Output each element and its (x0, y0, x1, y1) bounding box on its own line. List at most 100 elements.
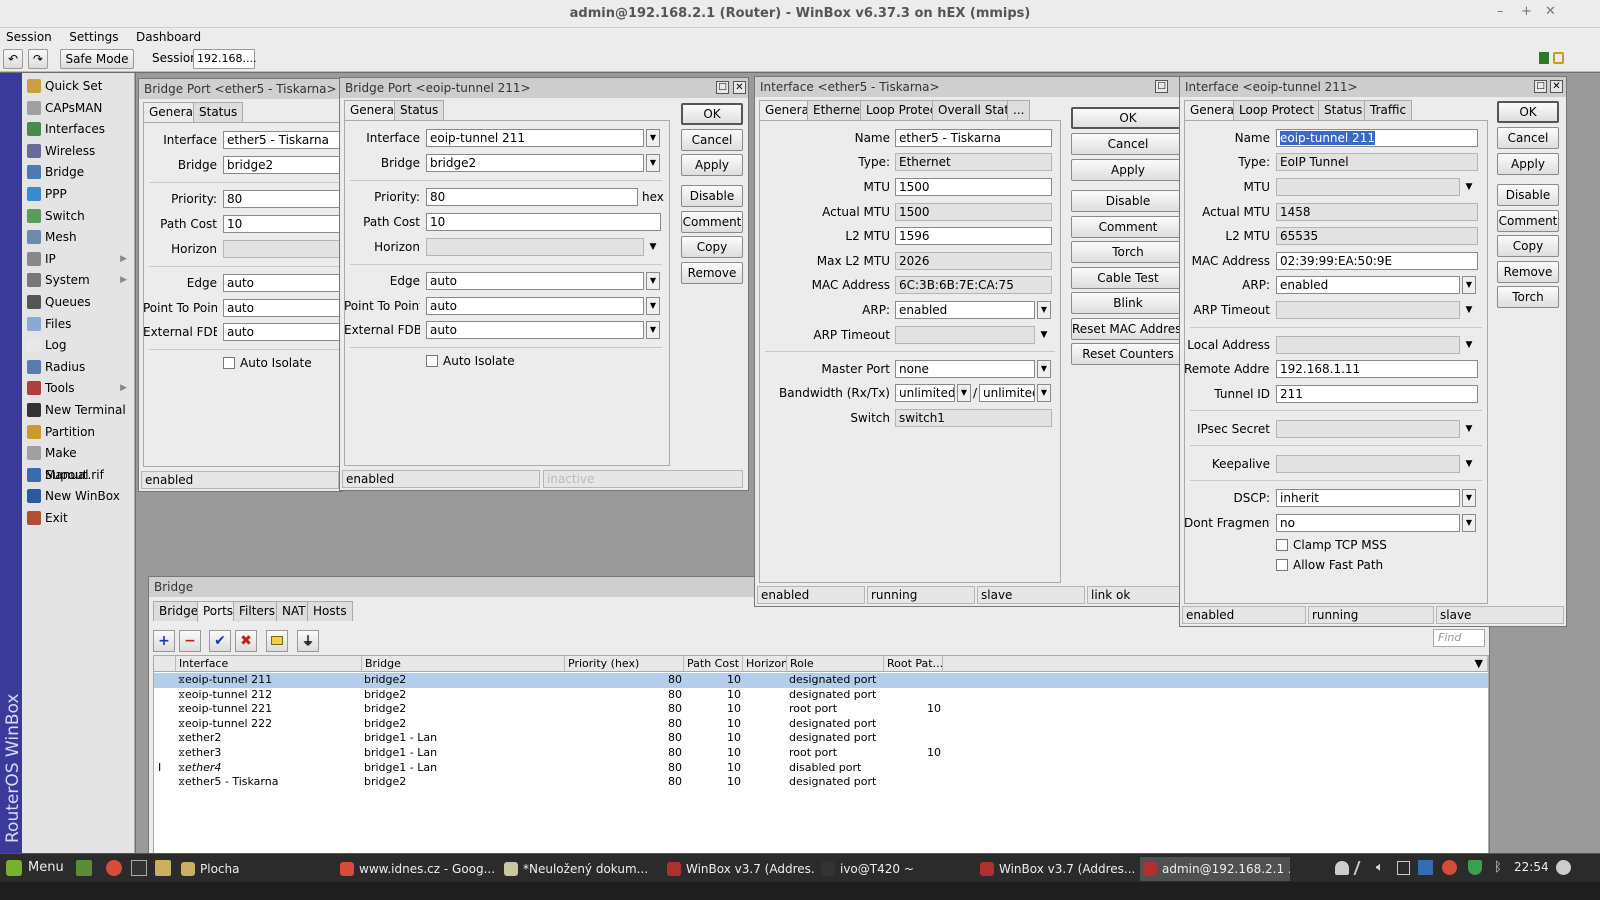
sidebar-item-files[interactable]: Files (22, 313, 135, 335)
bp2-bridge-dropdown[interactable]: ▼ (646, 154, 660, 172)
sidebar-item-queues[interactable]: Queues (22, 291, 135, 313)
table-header-interface[interactable]: Interface (176, 656, 362, 672)
if1-apply-button[interactable]: Apply (1071, 159, 1185, 181)
filter-button[interactable]: ⏚ (297, 630, 319, 652)
volume-icon[interactable]: 🔈︎ (1376, 860, 1384, 875)
sidebar-item-ip[interactable]: IP ▶ (22, 248, 135, 270)
if2-ipsec-secret-dropdown[interactable]: ▼ (1462, 420, 1476, 438)
if1-torch-button[interactable]: Torch (1071, 241, 1185, 263)
sidebar-item-partition[interactable]: Partition (22, 421, 135, 443)
if1-name-field[interactable]: ether5 - Tiskarna (895, 129, 1052, 147)
if2-dont-fragment-field[interactable]: no (1276, 514, 1460, 532)
show-desktop-icon[interactable] (76, 860, 92, 876)
add-button[interactable]: + (153, 630, 175, 652)
if2-ok-button[interactable]: OK (1497, 101, 1559, 123)
if2-apply-button[interactable]: Apply (1497, 153, 1559, 175)
sidebar-item-make-supout-rif[interactable]: Make Supout.rif (22, 442, 135, 482)
bp2-tab-status[interactable]: Status (394, 100, 445, 120)
if1-maximize-button[interactable]: □ (1155, 80, 1168, 93)
if2-tab-traffic[interactable]: Traffic (1364, 100, 1413, 120)
if2-remote-address-field[interactable]: 192.168.1.11 (1276, 360, 1478, 378)
sidebar-item-radius[interactable]: Radius (22, 356, 135, 378)
table-header-root-path[interactable]: Root Pat... (884, 656, 943, 672)
table-row[interactable]: ⧖eoip-tunnel 222 bridge2 80 10 designated po… (154, 717, 1488, 732)
table-header-priority[interactable]: Priority (hex) (565, 656, 684, 672)
if1-bandwidth-rx-field[interactable]: unlimited (895, 384, 955, 402)
user-icon[interactable] (1335, 861, 1349, 875)
if2-arp-timeout-field[interactable] (1276, 301, 1460, 319)
bluetooth-icon[interactable]: ᛒ (1494, 860, 1502, 875)
if2-comment-button[interactable]: Comment (1497, 210, 1559, 232)
bp2-ext-fdb-field[interactable]: auto (426, 321, 644, 339)
redo-button[interactable]: ↷ (28, 49, 48, 69)
bp2-p2p-field[interactable]: auto (426, 297, 644, 315)
maximize-icon[interactable]: + (1521, 4, 1532, 19)
if1-bandwidth-tx-field[interactable]: unlimited (979, 384, 1035, 402)
if2-torch-button[interactable]: Torch (1497, 286, 1559, 308)
shield-icon[interactable] (1468, 860, 1482, 875)
if2-keepalive-field[interactable] (1276, 455, 1460, 473)
bp1-interface-field[interactable]: ether5 - Tiskarna (223, 131, 353, 149)
sidebar-item-bridge[interactable]: Bridge (22, 161, 135, 183)
table-row[interactable]: I ⧖ether4 bridge1 - Lan 80 10 disabled port (154, 761, 1488, 776)
if2-tab-loop-protect[interactable]: Loop Protect (1233, 100, 1321, 120)
files-launcher-icon[interactable] (155, 860, 171, 876)
bp2-maximize-button[interactable]: □ (716, 81, 729, 94)
safe-mode-button[interactable]: Safe Mode (60, 49, 134, 69)
if1-comment-button[interactable]: Comment (1071, 216, 1185, 238)
if1-master-port-field[interactable]: none (895, 360, 1035, 378)
bp2-remove-button[interactable]: Remove (681, 262, 743, 284)
if1-arp-field[interactable]: enabled (895, 301, 1035, 319)
if1-bandwidth-rx-dropdown[interactable]: ▼ (957, 384, 971, 402)
if1-blink-button[interactable]: Blink (1071, 292, 1185, 314)
if2-tab-status[interactable]: Status (1318, 100, 1369, 120)
if2-remove-button[interactable]: Remove (1497, 261, 1559, 283)
sidebar-item-tools[interactable]: Tools ▶ (22, 377, 135, 399)
bp2-ok-button[interactable]: OK (681, 103, 743, 125)
bp2-interface-field[interactable]: eoip-tunnel 211 (426, 129, 644, 147)
tab-hosts[interactable]: Hosts (307, 601, 353, 621)
bp2-cancel-button[interactable]: Cancel (681, 129, 743, 151)
table-header-role[interactable]: Role (787, 656, 884, 672)
sidebar-item-new-winbox[interactable]: New WinBox (22, 485, 135, 507)
sidebar-item-switch[interactable]: Switch (22, 205, 135, 227)
bp2-auto-isolate-checkbox[interactable] (426, 355, 438, 367)
chrome-launcher-icon[interactable] (106, 860, 122, 876)
disable-button[interactable]: ✖ (235, 630, 257, 652)
if2-cancel-button[interactable]: Cancel (1497, 127, 1559, 149)
if1-tab-more[interactable]: ... (1007, 100, 1031, 120)
menu-session[interactable]: Session (6, 30, 52, 44)
bp2-apply-button[interactable]: Apply (681, 154, 743, 176)
bp2-path-cost-field[interactable]: 10 (426, 213, 661, 231)
if2-copy-button[interactable]: Copy (1497, 235, 1559, 257)
if2-mtu-field[interactable] (1276, 178, 1460, 196)
if1-reset-mac-button[interactable]: Reset MAC Address (1071, 318, 1185, 340)
menu-dashboard[interactable]: Dashboard (136, 30, 201, 44)
session-field[interactable]: 192.168.... (193, 49, 256, 69)
if1-cable-test-button[interactable]: Cable Test (1071, 267, 1185, 289)
sidebar-item-new-terminal[interactable]: New Terminal (22, 399, 135, 421)
taskbar-task[interactable]: admin@192.168.2.1 ... (1140, 857, 1290, 881)
if2-arp-timeout-dropdown[interactable]: ▼ (1462, 301, 1476, 319)
power-icon[interactable] (1556, 860, 1571, 875)
undo-button[interactable]: ↶ (3, 49, 23, 69)
bp2-p2p-dropdown[interactable]: ▼ (646, 297, 660, 315)
close-icon[interactable]: ✕ (1545, 4, 1556, 19)
sidebar-item-mesh[interactable]: Mesh (22, 226, 135, 248)
tab-filters[interactable]: Filters (233, 601, 281, 621)
taskbar-task[interactable]: Plocha (178, 857, 328, 881)
bp1-horizon-field[interactable] (223, 240, 353, 258)
table-row[interactable]: ⧖eoip-tunnel 212 bridge2 80 10 designated po… (154, 688, 1488, 703)
taskbar-task[interactable]: WinBox v3.7 (Addres... (977, 857, 1137, 881)
bp1-p2p-field[interactable]: auto (223, 299, 353, 317)
menu-button[interactable]: Menu (28, 860, 64, 875)
table-column-menu[interactable]: ▼ (943, 656, 1488, 672)
if1-arp-dropdown[interactable]: ▼ (1037, 301, 1051, 319)
table-header-path-cost[interactable]: Path Cost (684, 656, 743, 672)
if2-dscp-dropdown[interactable]: ▼ (1462, 489, 1476, 507)
bp2-edge-dropdown[interactable]: ▼ (646, 272, 660, 290)
if2-dont-fragment-dropdown[interactable]: ▼ (1462, 514, 1476, 532)
if1-master-port-dropdown[interactable]: ▼ (1037, 360, 1051, 378)
pen-icon[interactable] (1353, 861, 1373, 875)
if2-dscp-field[interactable]: inherit (1276, 489, 1460, 507)
